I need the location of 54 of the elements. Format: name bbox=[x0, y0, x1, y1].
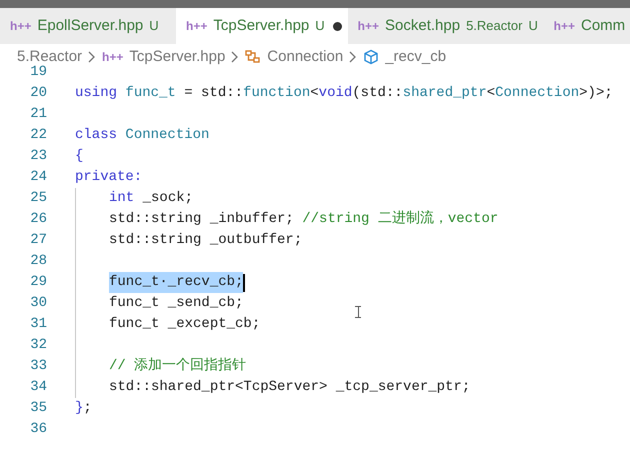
cpp-file-icon: h++ bbox=[554, 17, 575, 35]
editor-tab[interactable]: h++ TcpServer.hpp U bbox=[176, 8, 348, 44]
line-number: 36 bbox=[29, 420, 47, 439]
tab-label: Socket.hpp bbox=[385, 16, 460, 36]
line-number: 33 bbox=[29, 357, 47, 376]
code-line: { bbox=[75, 147, 84, 166]
code-line: std::shared_ptr<TcpServer> _tcp_server_ptr; bbox=[109, 378, 470, 397]
breadcrumb-item[interactable]: Connection bbox=[267, 46, 344, 68]
line-number: 31 bbox=[29, 315, 47, 334]
line-number: 35 bbox=[29, 399, 47, 418]
code-line: int _sock; bbox=[109, 189, 194, 208]
line-number: 22 bbox=[29, 126, 47, 145]
code-line: func_t _send_cb; bbox=[109, 294, 244, 313]
git-status-label: U bbox=[528, 17, 538, 36]
line-number: 23 bbox=[29, 147, 47, 166]
line-number: 34 bbox=[29, 378, 47, 397]
cpp-file-icon: h++ bbox=[358, 17, 379, 35]
code-line: // 添加一个回指指针 bbox=[109, 356, 246, 376]
class-symbol-icon bbox=[245, 50, 262, 64]
code-line: std::string _inbuffer; //string 二进制流，vector bbox=[109, 209, 498, 229]
chevron-right-icon bbox=[231, 51, 240, 63]
line-number: 30 bbox=[29, 294, 47, 313]
git-status-label: U bbox=[149, 17, 159, 36]
code-line: std::string _outbuffer; bbox=[109, 231, 302, 250]
tab-description: 5.Reactor bbox=[466, 17, 522, 36]
cpp-file-icon: h++ bbox=[10, 17, 32, 35]
tab-label: TcpServer.hpp bbox=[213, 16, 310, 36]
line-number: 24 bbox=[29, 168, 47, 187]
text-cursor-icon bbox=[355, 306, 361, 318]
line-number: 32 bbox=[29, 336, 47, 355]
chevron-right-icon bbox=[88, 51, 96, 63]
cpp-file-icon: h++ bbox=[102, 48, 124, 66]
breadcrumb-item[interactable]: TcpServer.hpp bbox=[129, 46, 226, 68]
line-number: 20 bbox=[29, 84, 47, 103]
code-line: class Connection bbox=[75, 126, 210, 145]
line-number: 28 bbox=[29, 252, 47, 271]
chevron-right-icon bbox=[349, 51, 358, 63]
line-number: 19 bbox=[29, 63, 47, 82]
tab-label: Comm bbox=[581, 16, 626, 36]
tab-label: EpollServer.hpp bbox=[37, 16, 144, 36]
line-number: 29 bbox=[29, 273, 47, 292]
git-status-label: U bbox=[315, 17, 325, 36]
line-number: 27 bbox=[29, 231, 47, 250]
line-number: 26 bbox=[29, 210, 47, 229]
code-line: }; bbox=[75, 399, 92, 418]
code-line: private: bbox=[75, 168, 142, 187]
cpp-file-icon: h++ bbox=[186, 17, 208, 35]
line-number: 21 bbox=[29, 105, 47, 124]
breadcrumb-item[interactable]: _recv_cb bbox=[385, 46, 446, 68]
text-cursor bbox=[243, 274, 246, 292]
line-number: 25 bbox=[29, 189, 47, 208]
cube-icon bbox=[363, 49, 380, 65]
code-line: using func_t = std::function<void(std::shared_ptr<Connection>)>; bbox=[75, 84, 613, 103]
code-line: func_t _except_cb; bbox=[109, 315, 260, 334]
